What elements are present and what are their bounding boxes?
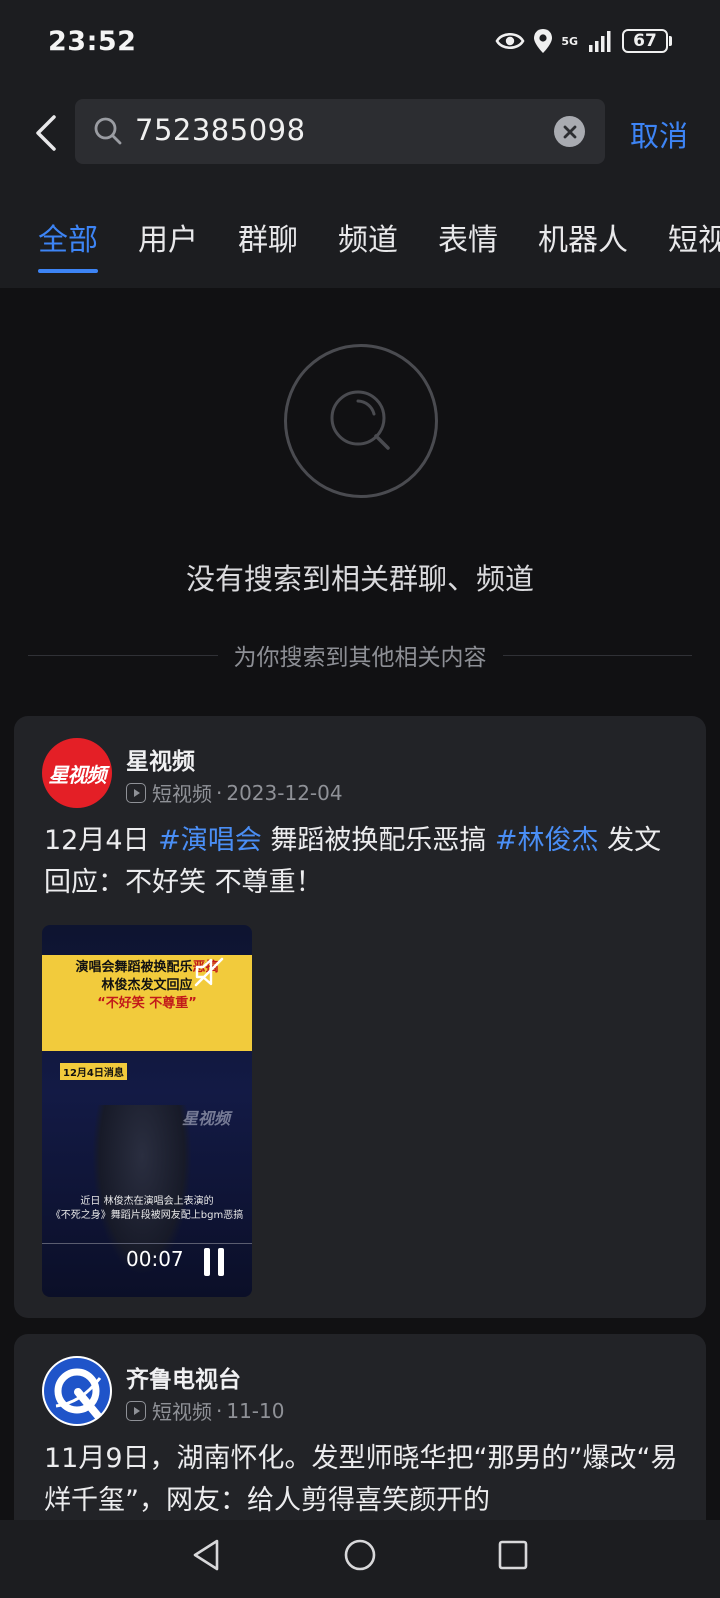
meta-separator: · — [216, 1398, 223, 1423]
tab-all[interactable]: 全部 — [38, 215, 98, 273]
search-input[interactable]: 752385098 — [75, 99, 605, 164]
empty-message: 没有搜索到相关群聊、频道 — [185, 562, 534, 596]
qilu-tv-logo-icon — [44, 1358, 110, 1424]
video-progress-track[interactable] — [42, 1243, 252, 1244]
related-divider: 为你搜索到其他相关内容 — [28, 638, 692, 672]
search-query: 752385098 — [135, 113, 306, 147]
avatar-logo-text: 星视频 — [48, 762, 107, 787]
post-type: 短视频 — [152, 782, 212, 806]
video-duration: 00:07 — [126, 1247, 184, 1271]
clear-search-button[interactable] — [554, 116, 585, 147]
tab-short-videos[interactable]: 短视 — [668, 215, 720, 273]
status-icons: 5G 67 — [495, 28, 672, 54]
back-button[interactable] — [26, 108, 66, 158]
post-type: 短视频 — [152, 1400, 212, 1424]
navigation-bar — [0, 1520, 720, 1598]
battery-level: 67 — [622, 29, 668, 53]
video-type-icon — [126, 1400, 146, 1421]
eye-icon — [495, 32, 525, 50]
video-date-badge: 12月4日消息 — [60, 1063, 127, 1080]
video-subtitle: 近日 林俊杰在演唱会上表演的 《不死之身》舞蹈片段被网友配上bgm恶搞 — [50, 1196, 244, 1221]
result-card[interactable]: 星视频 星视频 短视频 · 2023-12-04 12月4日 #演唱会 舞蹈被换… — [14, 716, 706, 1318]
mute-icon[interactable] — [192, 955, 226, 989]
category-tabs: 全部 用户 群聊 频道 表情 机器人 短视 — [38, 215, 720, 273]
network-type: 5G — [561, 34, 578, 48]
video-watermark: 星视频 — [182, 1109, 231, 1128]
close-icon — [563, 125, 576, 138]
tab-group-chats[interactable]: 群聊 — [238, 215, 298, 273]
search-empty-icon — [330, 390, 390, 450]
recents-square-icon[interactable] — [496, 1538, 530, 1572]
post-meta: 短视频 · 2023-12-04 — [126, 778, 343, 807]
status-bar: 23:52 5G 67 — [0, 0, 720, 88]
hashtag-link[interactable]: #林俊杰 — [495, 825, 599, 856]
related-divider-text: 为你搜索到其他相关内容 — [233, 645, 487, 671]
publisher-name[interactable]: 星视频 — [126, 742, 195, 776]
pause-icon[interactable] — [202, 1245, 226, 1279]
tab-stickers[interactable]: 表情 — [438, 215, 498, 273]
chevron-left-icon — [36, 115, 56, 151]
avatar[interactable] — [42, 1356, 112, 1426]
video-type-icon — [126, 782, 146, 803]
post-date: 11-10 — [226, 1398, 285, 1423]
signal-icon — [589, 31, 611, 52]
post-text[interactable]: 11月9日，湖南怀化。发型师晓华把“那男的”爆改“易烊千玺”，网友：给人剪得喜笑… — [44, 1438, 684, 1522]
tab-bots[interactable]: 机器人 — [538, 215, 628, 273]
tab-channels[interactable]: 频道 — [338, 215, 398, 273]
post-text-part: 12月4日 — [44, 825, 159, 856]
post-meta: 短视频 · 11-10 — [126, 1396, 284, 1425]
meta-separator: · — [216, 780, 223, 805]
cancel-button[interactable]: 取消 — [630, 113, 688, 155]
tab-users[interactable]: 用户 — [138, 215, 198, 273]
back-triangle-icon[interactable] — [190, 1537, 222, 1573]
battery-icon: 67 — [622, 29, 672, 53]
status-time: 23:52 — [48, 26, 137, 57]
search-header: 752385098 取消 全部 用户 群聊 频道 表情 机器人 短视 — [0, 88, 720, 288]
post-text-part: 舞蹈被换配乐恶搞 — [261, 825, 495, 856]
publisher-name[interactable]: 齐鲁电视台 — [126, 1360, 241, 1394]
video-player[interactable]: 演唱会舞蹈被换配乐恶搞 林俊杰发文回应 “不好笑 不尊重” 12月4日消息 星视… — [42, 925, 252, 1297]
avatar[interactable]: 星视频 — [42, 738, 112, 808]
search-icon — [94, 117, 122, 145]
post-text[interactable]: 12月4日 #演唱会 舞蹈被换配乐恶搞 #林俊杰 发文回应：不好笑 不尊重！ — [44, 820, 684, 904]
location-icon — [534, 29, 553, 53]
home-circle-icon[interactable] — [342, 1537, 378, 1573]
post-date: 2023-12-04 — [226, 780, 343, 805]
hashtag-link[interactable]: #演唱会 — [158, 825, 262, 856]
